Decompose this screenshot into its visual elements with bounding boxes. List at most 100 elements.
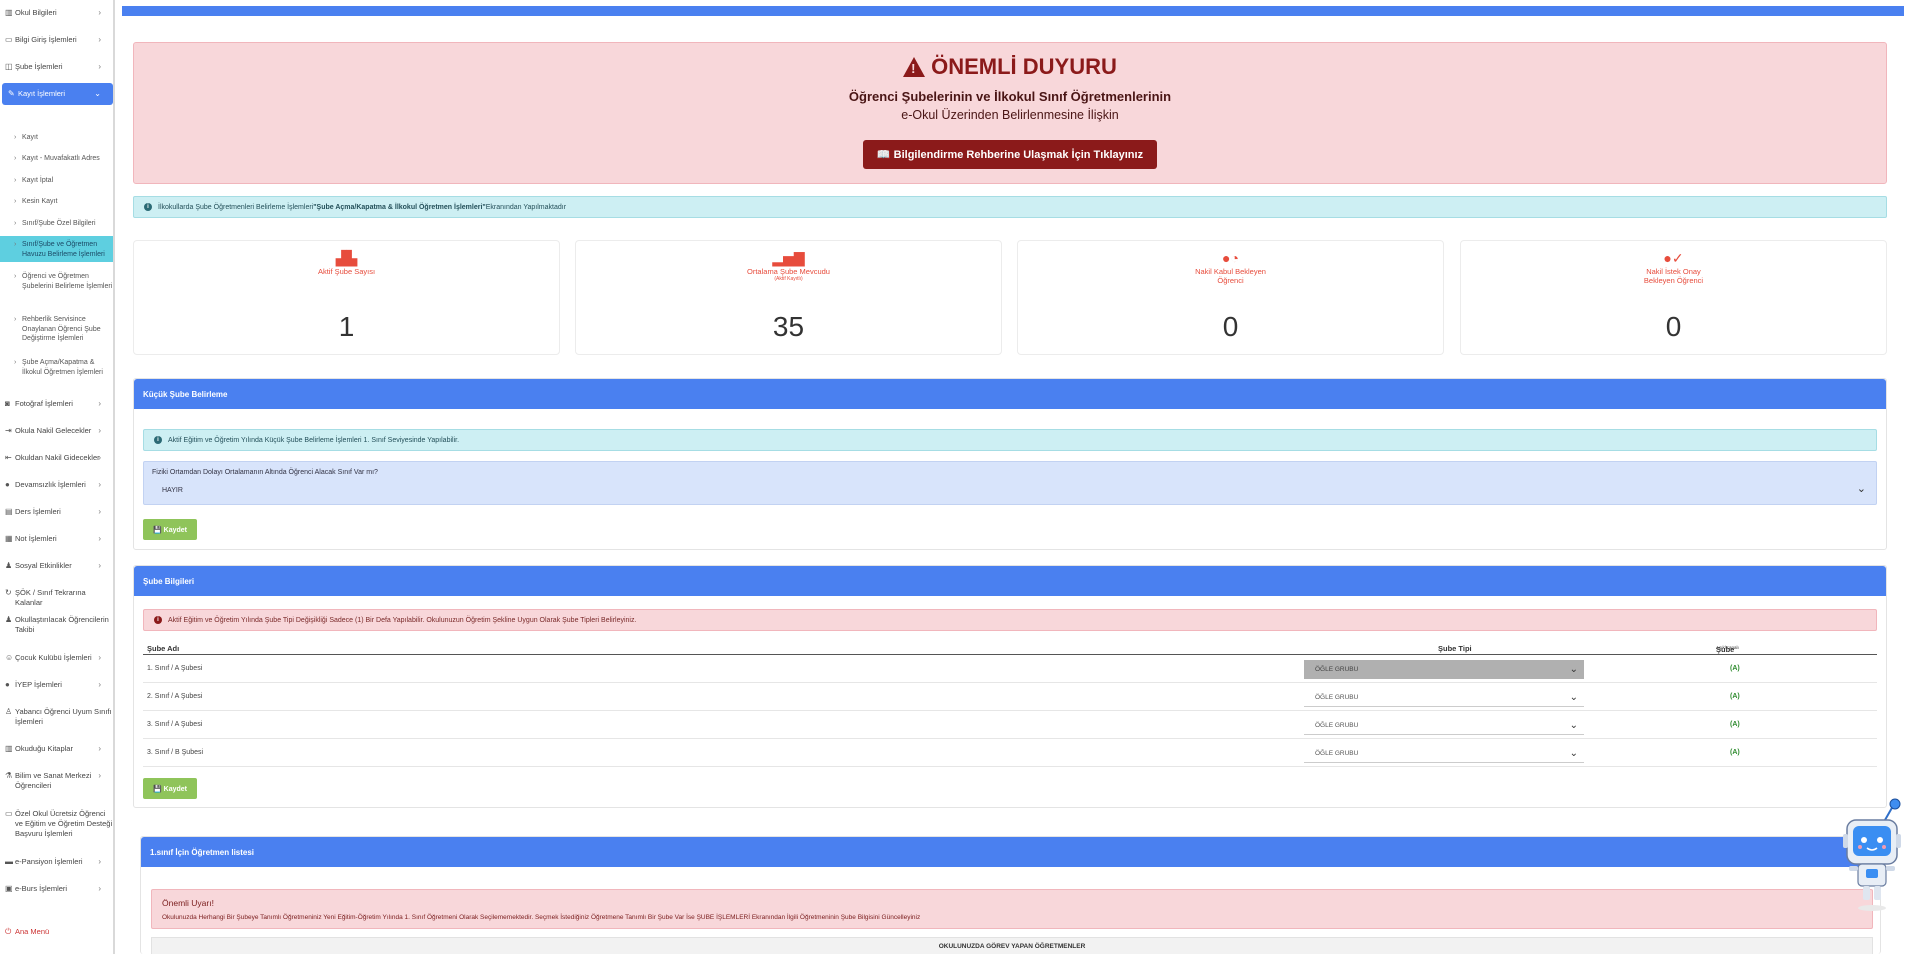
keyboard-icon: ▭ (5, 35, 13, 44)
arrow-in-icon: ⇥ (5, 426, 12, 435)
chevron-right-icon: › (98, 884, 101, 893)
sidebar-item-bilsem[interactable]: ⚗ Bilim ve Sanat Merkezi Öğrencileri › (0, 771, 113, 791)
sidebar-subitem[interactable]: › Rehberlik Servisince Onaylanan Öğrenci … (0, 315, 113, 344)
sidebar-item-cocuk-kulubu[interactable]: ☺ Çocuk Kulübü İşlemleri › (0, 653, 113, 663)
sidebar-subitem[interactable]: › Kayıt - Muvafakatlı Adres (0, 154, 113, 164)
sidebar-subitem[interactable]: › Kayıt (0, 133, 113, 143)
sidebar-item-bilgi-giris[interactable]: ▭ Bilgi Giriş İşlemleri › (0, 35, 113, 45)
sidebar-item-fotograf[interactable]: ◙ Fotoğraf İşlemleri › (0, 399, 113, 409)
save-button[interactable]: 💾 Kaydet (143, 519, 198, 540)
table-header: Şube Adı Şube Tipi Şube Açık/Kapalı (143, 643, 1877, 655)
branch-type-alert: i Aktif Eğitim ve Öğretim Yılında Şube Ti… (143, 609, 1877, 631)
child-icon: ☺ (5, 653, 14, 662)
sidebar-item-okul-bilgileri[interactable]: ▥ Okul Bilgileri › (0, 8, 113, 18)
small-branch-select[interactable]: Fiziki Ortamdan Dolayı Ortalamanın Altın… (143, 461, 1877, 505)
branch-type-select[interactable]: ÖĞLE GRUBU ⌄ (1304, 688, 1584, 707)
sidebar: ▥ Okul Bilgileri › ▭ Bilgi Giriş İşlemleri ›… (0, 0, 115, 954)
announcement-line-2: e-Okul Üzerinden Belirlenmesine İlişkin (901, 108, 1119, 122)
save-button[interactable]: 💾 Kaydet (143, 778, 198, 799)
chevron-right-icon: › (14, 155, 17, 162)
table-row: 3. Sınıf / B Şubesi ÖĞLE GRUBU ⌄ (A) (143, 739, 1877, 767)
chevron-down-icon: ⌄ (1569, 692, 1578, 703)
stat-card-transfer-accept: ●◔ Nakil Kabul Bekleyen Öğrenci 0 (1017, 240, 1444, 355)
branch-type-select[interactable]: ÖĞLE GRUBU ⌄ (1304, 716, 1584, 735)
chevron-right-icon: › (98, 399, 101, 408)
sidebar-item-yabanci[interactable]: ♙ Yabancı Öğrenci Uyum Sınıfı İşlemleri (0, 707, 113, 727)
sidebar-item-nakil-gelecek[interactable]: ⇥ Okula Nakil Gelecekler › (0, 426, 113, 436)
group-icon: ♟ (5, 615, 13, 624)
chevron-right-icon: › (98, 744, 101, 753)
list-icon: ▦ (5, 534, 13, 543)
sidebar-item-sok[interactable]: ↻ ŞÖK / Sınıf Tekrarına Kalanlar (0, 588, 113, 608)
user-icon: ● (5, 480, 10, 489)
user-gear-icon: ● (5, 680, 10, 689)
sidebar-item-not[interactable]: ▦ Not İşlemleri › (0, 534, 113, 544)
sidebar-item-burs[interactable]: ▣ e-Burs İşlemleri › (0, 884, 113, 894)
sidebar-item-ana-menu[interactable]: ⏻ Ana Menü (0, 927, 113, 937)
building-icon: ▥ (5, 8, 13, 17)
important-announcement: ÖNEMLİ DUYURU Öğrenci Şubelerinin ve İlk… (133, 42, 1887, 184)
chevron-right-icon: › (14, 220, 17, 227)
chevron-right-icon: › (14, 198, 17, 205)
chevron-right-icon: › (98, 561, 101, 570)
info-icon: i (154, 616, 162, 624)
sidebar-item-iyep[interactable]: ● İYEP İşlemleri › (0, 680, 113, 690)
sidebar-subitem[interactable]: › Öğrenci ve Öğretmen Şubelerini Belirlem… (0, 272, 113, 291)
branch-type-select[interactable]: ÖĞLE GRUBU ⌄ (1304, 660, 1584, 679)
warning-icon (903, 57, 926, 77)
chevron-right-icon: › (14, 273, 17, 280)
chevron-right-icon: › (14, 241, 17, 248)
table-row: 3. Sınıf / A Şubesi ÖĞLE GRUBU ⌄ (A) (143, 711, 1877, 739)
sidebar-item-kayit-islemleri[interactable]: ✎ Kayıt İşlemleri ⌄ (2, 83, 113, 105)
branch-table: Şube Adı Şube Tipi Şube Açık/Kapalı 1. S… (143, 643, 1877, 767)
chevron-down-icon: ⌄ (1569, 748, 1578, 759)
guide-link-button[interactable]: 📖 Bilgilendirme Rehberine Ulaşmak İçin T… (862, 140, 1158, 169)
chevron-right-icon: › (98, 480, 101, 489)
robot-assistant-icon[interactable] (1841, 796, 1908, 914)
sidebar-item-nakil-gidecek[interactable]: ⇤ Okuldan Nakil Gidecekler › (0, 453, 113, 463)
wallet-icon: ▣ (5, 884, 13, 893)
sidebar-item-pansiyon[interactable]: ▬ e-Pansiyon İşlemleri › (0, 857, 113, 867)
stats-row: ▟▙ Aktif Şube Sayısı 1 ▂▅▇ Ortalama Şube… (133, 240, 1887, 355)
chevron-right-icon: › (98, 857, 101, 866)
sidebar-subitem[interactable]: › Şube Açma/Kapatma & İlkokul Öğretmen İş… (0, 358, 113, 377)
bar-chart-icon: ▂▅▇ (772, 250, 805, 266)
sidebar-item-ozel-okul[interactable]: ▭ Özel Okul Ücretsiz Öğrenci ve Eğitim ve… (0, 809, 113, 839)
info-icon: i (144, 203, 152, 211)
chevron-right-icon: › (98, 62, 101, 71)
chevron-right-icon: › (14, 359, 17, 366)
teacher-list-panel: 1.sınıf İçin Öğretmen listesi Önemli Uya… (140, 836, 1881, 954)
sidebar-subitem-active[interactable]: › Sınıf/Şube ve Öğretmen Havuzu Belirleme… (0, 236, 113, 262)
chevron-down-icon: ⌄ (1569, 720, 1578, 731)
info-strip: i İlkokullarda Şube Öğretmenleri Belirle… (133, 196, 1887, 218)
small-branch-panel: Küçük Şube Belirleme i Aktif Eğitim ve Öğ… (133, 378, 1887, 550)
chevron-right-icon: › (14, 316, 17, 323)
sidebar-item-ders[interactable]: ▤ Ders İşlemleri › (0, 507, 113, 517)
power-icon: ⏻ (5, 927, 12, 936)
bed-icon: ▬ (5, 857, 13, 866)
sidebar-item-sosyal[interactable]: ♟ Sosyal Etkinlikler › (0, 561, 113, 571)
main-content: ÖNEMLİ DUYURU Öğrenci Şubelerinin ve İlk… (119, 0, 1908, 954)
user-check-icon: ●✓ (1663, 250, 1684, 266)
stat-card-transfer-request: ●✓ Nakil İstek Onay Bekleyen Öğrenci 0 (1460, 240, 1887, 355)
table-row: 1. Sınıf / A Şubesi ÖĞLE GRUBU ⌄ (A) (143, 655, 1877, 683)
branch-type-select[interactable]: ÖĞLE GRUBU ⌄ (1304, 744, 1584, 763)
sidebar-item-kitaplar[interactable]: ▥ Okuduğu Kitaplar › (0, 744, 113, 754)
chevron-down-icon: ⌄ (94, 89, 101, 98)
chevron-down-icon: ⌄ (1569, 664, 1578, 675)
chevron-right-icon: › (98, 680, 101, 689)
sidebar-item-okullastirilacak[interactable]: ♟ Okullaştırılacak Öğrencilerin Takibi (0, 615, 113, 635)
table-row: 2. Sınıf / A Şubesi ÖĞLE GRUBU ⌄ (A) (143, 683, 1877, 711)
panel-header: Şube Bilgileri (134, 566, 1886, 596)
branch-info-panel: Şube Bilgileri i Aktif Eğitim ve Öğretim … (133, 565, 1887, 808)
top-accent-bar (122, 6, 1904, 16)
sidebar-subitem[interactable]: › Sınıf/Şube Özel Bilgileri (0, 219, 113, 229)
stat-card-active-branch: ▟▙ Aktif Şube Sayısı 1 (133, 240, 560, 355)
rotate-icon: ↻ (5, 588, 12, 597)
sidebar-subitem[interactable]: › Kayıt İptal (0, 176, 113, 186)
sidebar-subitem[interactable]: › Kesin Kayıt (0, 197, 113, 207)
sidebar-item-devamsizlik[interactable]: ● Devamsızlık İşlemleri › (0, 480, 113, 490)
announcement-title: ÖNEMLİ DUYURU (134, 54, 1886, 80)
stat-card-average-branch: ▂▅▇ Ortalama Şube Mevcudu (Aktif Kayıtlı… (575, 240, 1002, 355)
sidebar-item-sube-islemleri[interactable]: ◫ Şube İşlemleri › (0, 62, 113, 72)
